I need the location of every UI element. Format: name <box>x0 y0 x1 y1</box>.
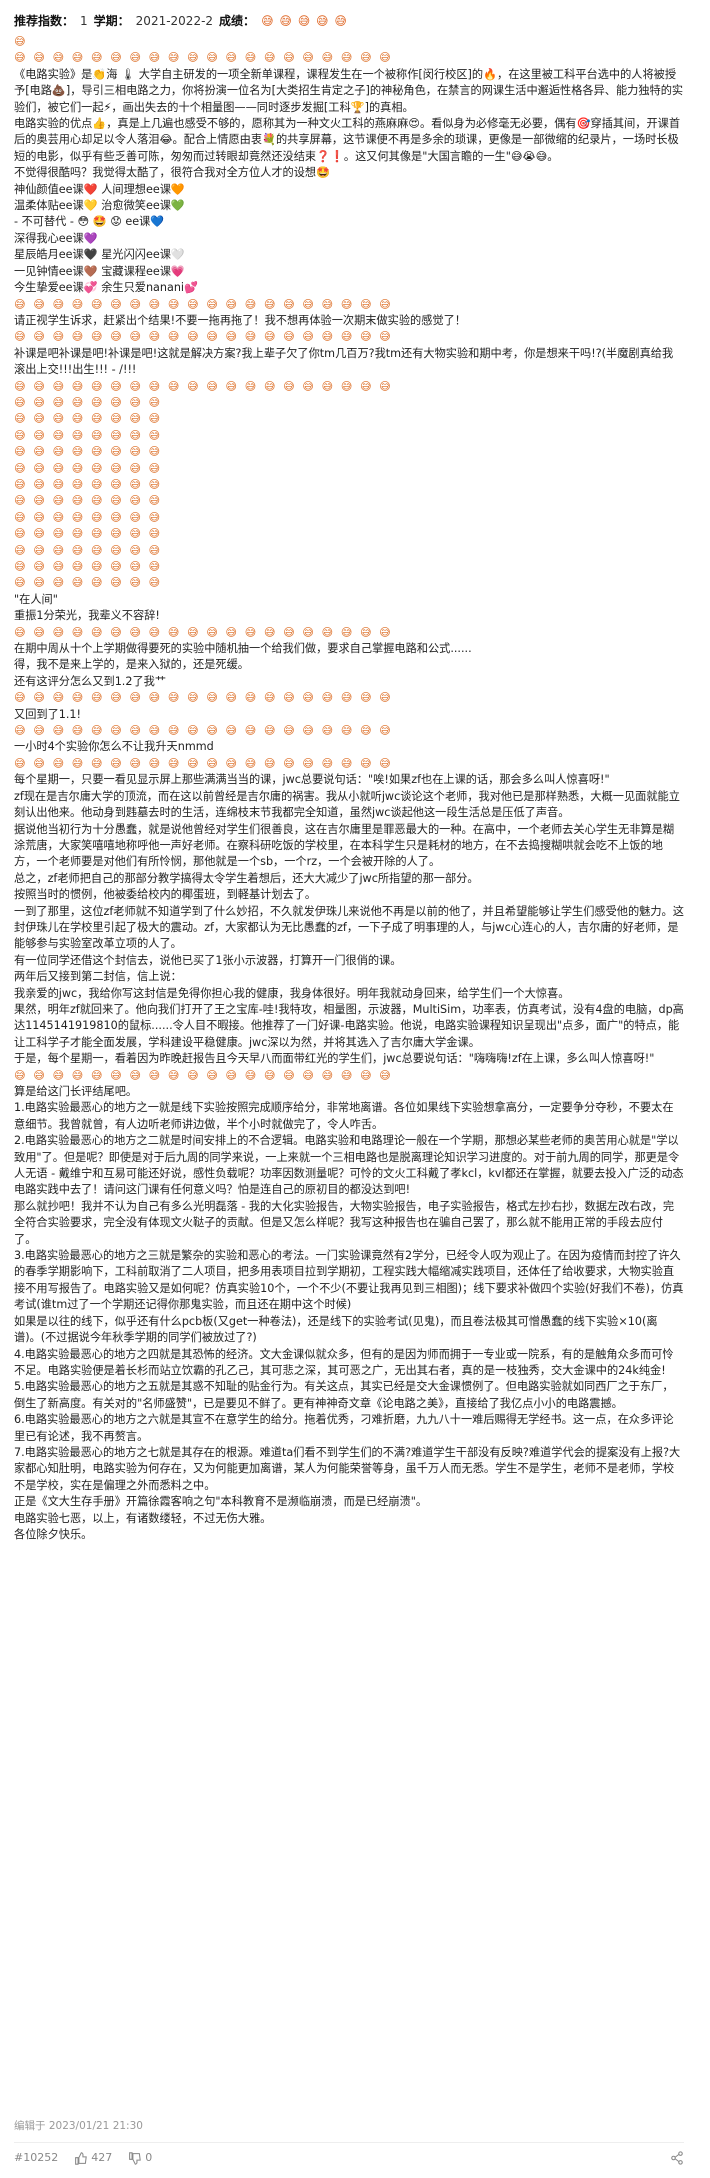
review-paragraph: 电路实验七恶，以上，有诸数缕轻，不过无伤大雅。 <box>14 1511 272 1525</box>
review-paragraph: 😅 <box>14 35 28 48</box>
review-paragraph: 😅 😅 😅 😅 😅 😅 😅 😅 <box>14 395 163 409</box>
review-paragraph: 😅 😅 😅 😅 😅 😅 😅 😅 <box>14 560 163 573</box>
like-count: 427 <box>91 2150 113 2164</box>
review-paragraph: 😅 😅 😅 😅 😅 😅 😅 😅 <box>14 543 163 557</box>
review-paragraph: 各位除夕快乐。 <box>14 1527 93 1541</box>
review-paragraph: 那么就抄吧！我并不认为自己有多么光明磊落 - 我的大化实验报告，大物实验报告，电… <box>14 1199 675 1246</box>
review-paragraph: 算是给这门长评结尾吧。 <box>14 1085 138 1098</box>
review-paragraph: 😅 😅 😅 😅 😅 😅 😅 😅 <box>14 510 163 524</box>
review-paragraph: 😅 😅 😅 😅 😅 😅 😅 😅 <box>14 412 163 426</box>
review-paragraph: 😅 😅 😅 😅 😅 😅 😅 😅 <box>14 527 163 541</box>
review-paragraph: 4.电路实验最恶心的地方之四就是其恐怖的经济。文大金课似就众多，但有的是因为师而… <box>14 1347 674 1377</box>
review-paragraph: 有一位同学还借这个封信去，说他已买了1张小示波器，打算开一门很俏的课。 <box>14 953 402 967</box>
review-paragraph: 一到了那里，这位zf老师就不知道学到了什么妙招，不久就发伊珠儿来说他不再是以前的… <box>14 904 684 951</box>
review-paragraph: 温柔体贴ee课💛 治愈微笑ee课💚 <box>14 199 185 213</box>
review-paragraph: 😅 😅 😅 😅 😅 😅 😅 😅 <box>14 576 163 590</box>
review-paragraph: 深得我心ee课💜 <box>14 231 98 245</box>
review-body: 😅 😅 😅 😅 😅 😅 😅 😅 😅 😅 😅 😅 😅 😅 😅 😅 😅 😅 😅 😅 😅… <box>14 34 684 1543</box>
review-paragraph: 据说他当初行为十分愚蠢，就是说他曾经对学生们很善良，这在吉尔庸里是罪恶最大的一种… <box>14 822 675 869</box>
grade-label: 成绩： <box>219 13 256 28</box>
recommend-label: 推荐指数： <box>14 13 75 28</box>
review-paragraph: 于是，每个星期一，看着因为昨晚赶报告且今天早八而面带红光的学生们，jwc总要说句… <box>14 1052 655 1066</box>
review-paragraph: 😅 😅 😅 😅 😅 😅 😅 😅 😅 😅 😅 😅 😅 😅 😅 😅 😅 😅 😅 😅 <box>14 756 393 770</box>
review-paragraph: 😅 😅 😅 😅 😅 😅 😅 😅 😅 😅 😅 😅 😅 😅 😅 😅 😅 😅 😅 😅 <box>14 379 393 393</box>
review-page: 推荐指数： 1 学期： 2021-2022-2 成绩： 😅 😅 😅 😅 😅 😅 😅… <box>0 0 710 2178</box>
review-paragraph: 电路实验的优点👍，真是上几遍也感受不够的，愿称其为一种文火工科的燕麻麻😍。看似身… <box>14 117 681 163</box>
review-paragraph: 还有这评分怎么又到1.2了我艹 <box>14 674 167 688</box>
term-label: 学期： <box>93 13 130 28</box>
edited-time: 编辑于 2023/01/21 21:30 <box>14 2120 143 2132</box>
review-paragraph: 😅 😅 😅 😅 😅 😅 😅 😅 😅 😅 😅 😅 😅 😅 😅 😅 😅 😅 😅 😅 <box>14 51 393 65</box>
review-paragraph: 3.电路实验最恶心的地方之三就是繁杂的实验和恶心的考法。一门实验课竟然有2学分，… <box>14 1249 684 1312</box>
review-paragraph: 😅 😅 😅 😅 😅 😅 😅 😅 <box>14 445 163 459</box>
review-paragraph: 5.电路实验最恶心的地方之五就是其惑不知耻的贴金行为。有关这点，其实已经是交大金… <box>14 1380 674 1410</box>
post-id: #10252 <box>14 2150 59 2164</box>
review-paragraph: 补课是吧补课是吧!补课是吧!这就是解决方案?我上辈子欠了你tm几百万?我tm还有… <box>14 346 674 377</box>
review-paragraph: 果然，明年zf就回来了。他向我们打开了王之宝库-哇!我特攻，相量图，示波器，Mu… <box>14 1002 684 1049</box>
review-paragraph: zf现在是吉尔庸大学的顶流，而在这以前曾经是吉尔庸的祸害。我从小就听jwc谈论这… <box>14 789 680 820</box>
review-paragraph: 重振1分荣光，我辈义不容辞! <box>14 609 160 623</box>
review-paragraph: 神仙颜值ee课❤️ 人间理想ee课🧡 <box>14 182 185 196</box>
review-paragraph: 我亲爱的jwc，我给你写这封信是免得你担心我的健康，我身体很好。明年我就动身回来… <box>14 986 570 1000</box>
review-paragraph: "在人间" <box>14 592 58 606</box>
review-paragraph: 一小时4个实验你怎么不让我升天nmmd <box>14 740 214 754</box>
review-paragraph: 请正视学生诉求，赶紧出个结果!不要一拖再拖了！我不想再体验一次期末做实验的感觉了… <box>14 313 466 327</box>
review-paragraph: 星辰皓月ee课🖤 星光闪闪ee课🤍 <box>14 248 185 262</box>
review-paragraph: 一见钟情ee课🤎 宝藏课程ee课💗 <box>14 264 185 278</box>
share-icon <box>671 2151 683 2165</box>
review-paragraph: 两年后又接到第二封信，信上说： <box>14 970 182 984</box>
review-paragraph: 😅 😅 😅 😅 😅 😅 😅 😅 <box>14 477 163 491</box>
recommend-value: 1 <box>80 13 88 28</box>
review-paragraph: 按照当时的惯例，他被委给校内的椰蛋班，到軽基计划去了。 <box>14 888 317 902</box>
review-paragraph: 😅 😅 😅 😅 😅 😅 😅 😅 😅 😅 😅 😅 😅 😅 😅 😅 😅 😅 😅 😅 <box>14 691 393 705</box>
share-button[interactable] <box>670 2151 684 2165</box>
review-paragraph: 7.电路实验最恶心的地方之七就是其存在的根源。难道ta们看不到学生们的不满?难道… <box>14 1445 681 1492</box>
review-paragraph: 总之，zf老师把自己的那部分教学搞得太令学生着想后，还大大减少了jwc所指望的那… <box>14 871 479 885</box>
dislike-count: 0 <box>145 2150 153 2164</box>
thumbs-down-icon <box>129 2151 142 2165</box>
review-paragraph: 得，我不是来上学的，是来入狱的，还是死缓。 <box>14 658 249 672</box>
review-paragraph: 今生挚爱ee课💞 余生只爱nanani💕 <box>14 281 198 295</box>
review-paragraph: 2.电路实验最恶心的地方之二就是时间安排上的不合逻辑。电路实验和电路理论一般在一… <box>14 1134 684 1197</box>
review-meta: 推荐指数： 1 学期： 2021-2022-2 成绩： 😅 😅 😅 😅 😅 <box>14 10 684 32</box>
review-paragraph: 1.电路实验最恶心的地方之一就是线下实验按照完成顺序给分，非常地离谱。各位如果线… <box>14 1101 674 1131</box>
review-paragraph: 又回到了1.1! <box>14 707 82 721</box>
review-paragraph: 😅 😅 😅 😅 😅 😅 😅 😅 <box>14 494 163 508</box>
review-paragraph: 😅 😅 😅 😅 😅 😅 😅 😅 😅 😅 😅 😅 😅 😅 😅 😅 😅 😅 😅 😅 <box>14 724 393 738</box>
review-paragraph: 6.电路实验最恶心的地方之六就是其宣不在意学生的给分。拖着优秀，刁难折磨，九九八… <box>14 1413 674 1443</box>
review-paragraph: 😅 😅 😅 😅 😅 😅 😅 😅 <box>14 428 163 442</box>
review-paragraph: 《电路实验》是👏海 🌡 大学自主研发的一项全新单课程，课程发生在一个被称作[闵行… <box>14 67 684 114</box>
review-paragraph: 在期中周从十个上学期做得要死的实验中随机抽一个给我们做，要求自己掌握电路和公式.… <box>14 642 472 656</box>
review-paragraph: 😅 😅 😅 😅 😅 😅 😅 😅 <box>14 461 163 475</box>
dislike-button[interactable]: 0 <box>128 2150 152 2166</box>
review-paragraph: 😅 😅 😅 😅 😅 😅 😅 😅 😅 😅 😅 😅 😅 😅 😅 😅 😅 😅 😅 😅 <box>14 1068 393 1082</box>
review-paragraph: - 不可替代 - 😳 🤩 😟 ee课💙 <box>14 215 165 229</box>
review-footer: 编辑于 2023/01/21 21:30 #10252 427 0 <box>14 2118 684 2173</box>
review-paragraph: 不觉得很酷吗？我觉得太酷了，很符合我对全方位人才的设想🤩 <box>14 166 330 180</box>
term-value: 2021-2022-2 <box>135 13 214 28</box>
review-paragraph: 如果是以往的线下，似乎还有什么pcb板(又get一种卷法)，还是线下的实验考试(… <box>14 1314 658 1345</box>
review-paragraph: 😅 😅 😅 😅 😅 😅 😅 😅 😅 😅 😅 😅 😅 😅 😅 😅 😅 😅 😅 😅 <box>14 297 393 311</box>
like-button[interactable]: 427 <box>74 2150 112 2166</box>
thumbs-up-icon <box>75 2151 88 2165</box>
review-paragraph: 每个星期一，只要一看见显示屏上那些满满当当的课，jwc总要说句话："唉!如果zf… <box>14 773 610 787</box>
review-paragraph: 正是《文大生存手册》开篇徐霞客响之句"本科教育不是濒临崩溃，而是已经崩溃"。 <box>14 1495 428 1509</box>
action-bar: #10252 427 0 <box>14 2143 684 2173</box>
review-paragraph: 😅 😅 😅 😅 😅 😅 😅 😅 😅 😅 😅 😅 😅 😅 😅 😅 😅 😅 😅 😅 <box>14 330 393 344</box>
grade-value: 😅 😅 😅 😅 😅 <box>261 13 348 28</box>
review-paragraph: 😅 😅 😅 😅 😅 😅 😅 😅 😅 😅 😅 😅 😅 😅 😅 😅 😅 😅 😅 😅 <box>14 625 393 639</box>
